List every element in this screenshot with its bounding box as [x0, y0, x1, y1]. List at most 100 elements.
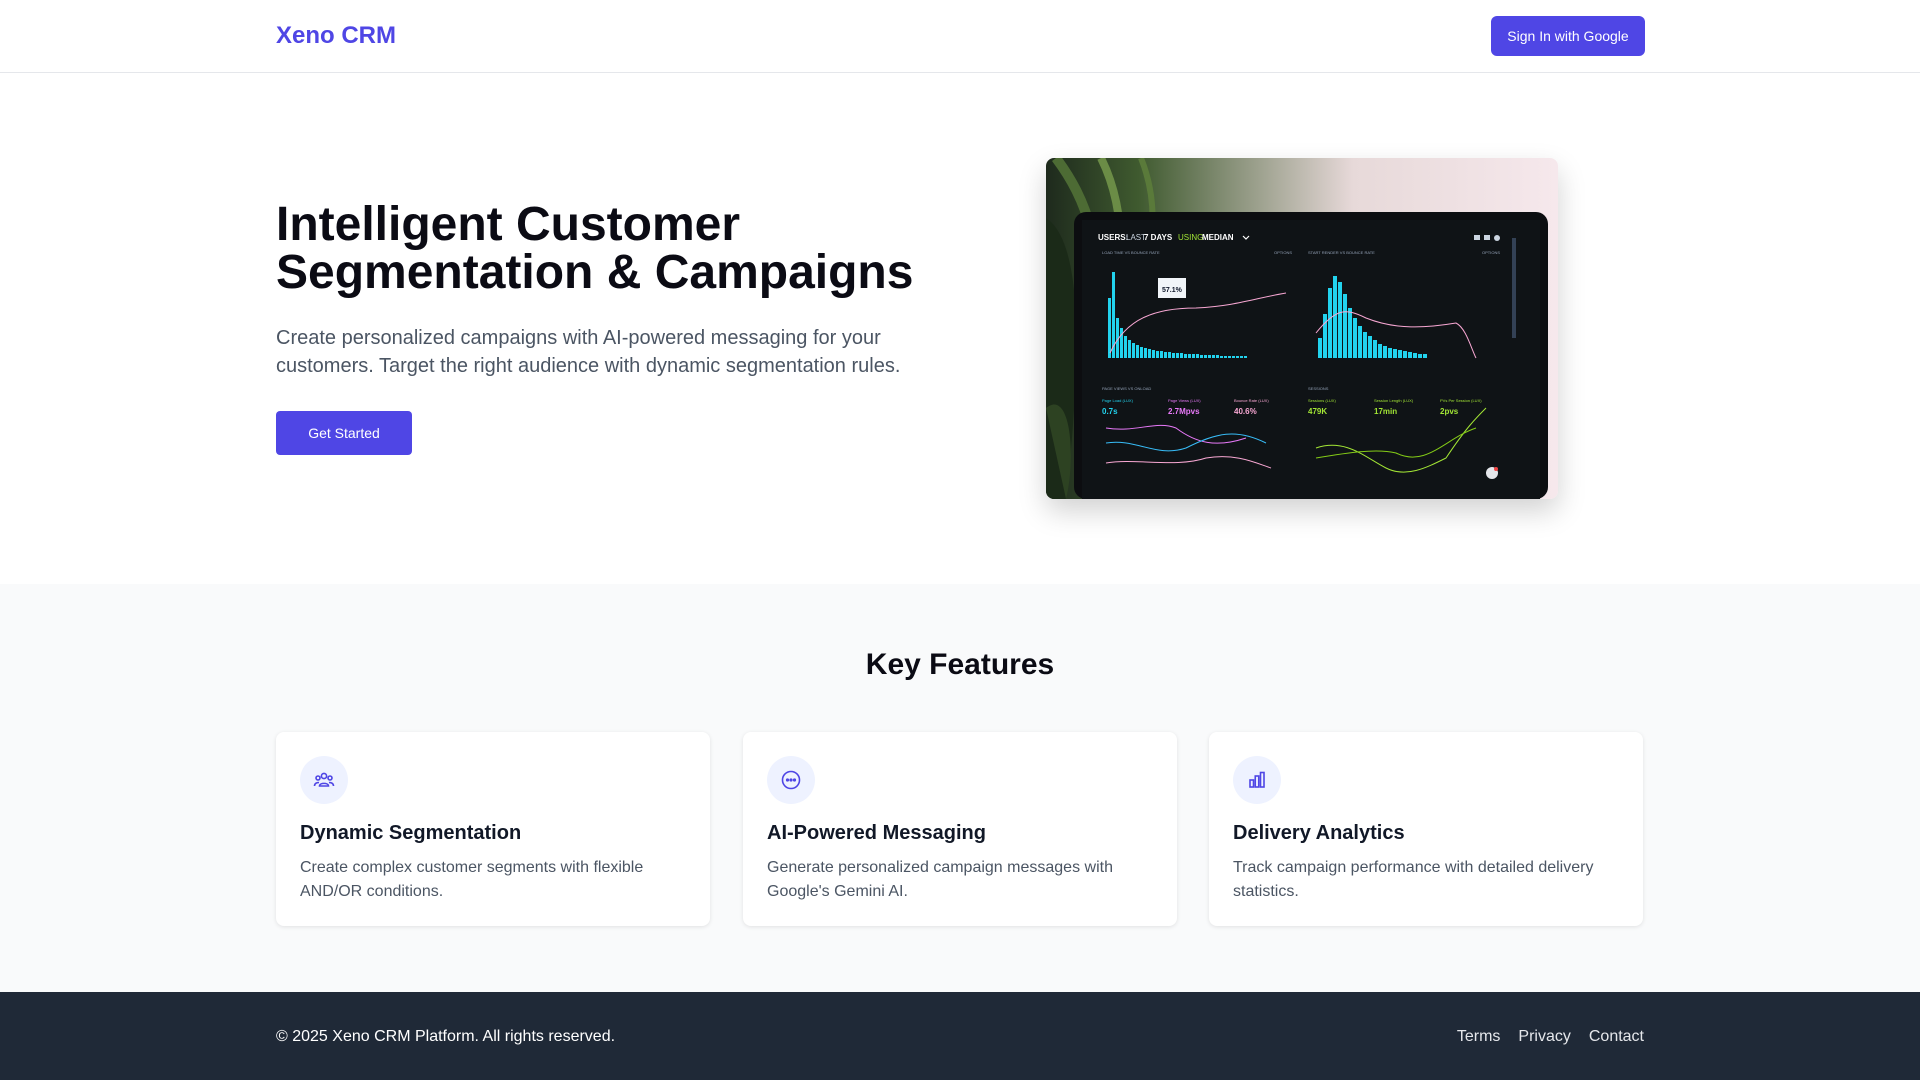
feature-card-segmentation: Dynamic Segmentation Create complex cust…	[276, 732, 710, 926]
get-started-button[interactable]: Get Started	[276, 411, 412, 455]
chat-bubble-icon	[767, 756, 815, 804]
histogram-bar	[1236, 356, 1239, 358]
histogram-bar	[1152, 350, 1155, 358]
footer: © 2025 Xeno CRM Platform. All rights res…	[0, 992, 1920, 1080]
panel-title: SESSIONS	[1308, 386, 1329, 391]
features-section: Key Features Dynamic Segmentation Create…	[0, 584, 1920, 992]
hero-dashboard-image: USERS: LAST 7 DAYS USING MEDIAN LOAD TIM…	[1046, 158, 1558, 499]
scrollbar	[1512, 238, 1516, 338]
footer-link-privacy[interactable]: Privacy	[1518, 1028, 1570, 1046]
laptop-dashboard-illustration: USERS: LAST 7 DAYS USING MEDIAN LOAD TIM…	[1046, 158, 1548, 499]
metric-label: Page Views (LUX)	[1168, 398, 1201, 403]
histogram-bar	[1196, 354, 1199, 358]
options-label: OPTIONS	[1482, 250, 1500, 255]
histogram-bar	[1164, 352, 1167, 358]
histogram-bar	[1368, 336, 1372, 358]
histogram-bar	[1120, 328, 1123, 358]
metric-value: 479K	[1308, 407, 1327, 416]
notification-dot	[1494, 467, 1498, 471]
tooltip-value: 57.1%	[1162, 287, 1183, 294]
histogram-bar	[1228, 356, 1231, 358]
bar-chart-icon	[1233, 756, 1281, 804]
feature-title: AI-Powered Messaging	[767, 822, 986, 844]
metric-value: 17min	[1374, 407, 1397, 416]
histogram-bar	[1398, 350, 1402, 358]
histogram-bar	[1413, 353, 1417, 358]
histogram-bar	[1168, 352, 1171, 358]
histogram-bar	[1192, 354, 1195, 358]
dashboard-header-days: 7 DAYS	[1144, 233, 1173, 242]
histogram-bar	[1333, 276, 1337, 358]
laptop-screen	[1082, 220, 1540, 499]
feature-description: Track campaign performance with detailed…	[1233, 859, 1594, 900]
histogram-bar	[1136, 345, 1139, 358]
footer-links: Terms Privacy Contact	[1457, 1028, 1644, 1046]
panel-title: LOAD TIME VS BOUNCE RATE	[1102, 250, 1160, 255]
histogram-bar	[1423, 354, 1427, 358]
options-label: OPTIONS	[1274, 250, 1292, 255]
histogram-bar	[1348, 308, 1352, 358]
footer-link-contact[interactable]: Contact	[1589, 1028, 1644, 1046]
feature-description: Create complex customer segments with fl…	[300, 859, 644, 900]
feature-description: Generate personalized campaign messages …	[767, 859, 1113, 900]
histogram-bar	[1176, 353, 1179, 358]
metric-value: 40.6%	[1234, 407, 1257, 416]
histogram-bar	[1323, 314, 1327, 358]
histogram-bar	[1108, 298, 1111, 358]
histogram-bar	[1378, 344, 1382, 358]
feature-title: Delivery Analytics	[1233, 822, 1405, 844]
histogram-bar	[1188, 354, 1191, 358]
histogram-bar	[1224, 356, 1227, 358]
histogram-bar	[1132, 343, 1135, 358]
hero-description: Create personalized campaigns with AI-po…	[276, 327, 901, 377]
histogram-bar	[1212, 355, 1215, 358]
feature-card-messaging: AI-Powered Messaging Generate personaliz…	[743, 732, 1177, 926]
histogram-bar	[1388, 348, 1392, 358]
histogram-bar	[1393, 349, 1397, 358]
histogram-bar	[1180, 353, 1183, 358]
metric-label: Session Length (LUX)	[1374, 398, 1414, 403]
dashboard-header-median: MEDIAN	[1202, 233, 1234, 242]
metric-value: 0.7s	[1102, 407, 1118, 416]
sign-in-google-button[interactable]: Sign In with Google	[1491, 16, 1645, 56]
histogram-bar	[1160, 351, 1163, 358]
histogram-bar	[1383, 346, 1387, 358]
panel-title: START RENDER VS BOUNCE RATE	[1308, 250, 1375, 255]
metric-label: Page Load (LUX)	[1102, 398, 1134, 403]
histogram-bar	[1144, 348, 1147, 358]
hero-section: Intelligent Customer Segmentation & Camp…	[0, 74, 1920, 584]
histogram-bar	[1220, 356, 1223, 358]
histogram-bar	[1156, 351, 1159, 358]
metric-value: 2pvs	[1440, 407, 1459, 416]
histogram-bar	[1343, 294, 1347, 358]
metric-label: Sessions (LUX)	[1308, 398, 1336, 403]
histogram-bar	[1200, 355, 1203, 358]
features-title: Key Features	[865, 648, 1055, 681]
dashboard-header-prefix: USERS:	[1098, 233, 1128, 242]
histogram-bar	[1353, 318, 1357, 358]
histogram-bar	[1373, 340, 1377, 358]
histogram-bar	[1328, 288, 1332, 358]
histogram-bar	[1358, 326, 1362, 358]
histogram-bar	[1140, 347, 1143, 358]
table-icon	[1484, 235, 1490, 240]
histogram-bar	[1418, 354, 1422, 358]
logo[interactable]: Xeno CRM	[276, 22, 396, 50]
metric-label: Bounce Rate (LUX)	[1234, 398, 1269, 403]
copyright-text: © 2025 Xeno CRM Platform. All rights res…	[276, 1028, 616, 1045]
histogram-bar	[1318, 338, 1322, 358]
histogram-bar	[1408, 352, 1412, 358]
histogram-bar	[1124, 336, 1127, 358]
histogram-bar	[1184, 354, 1187, 358]
histogram-bar	[1172, 353, 1175, 358]
feature-title: Dynamic Segmentation	[300, 822, 522, 844]
metric-label: PVs Per Session (LUX)	[1440, 398, 1482, 403]
feature-card-analytics: Delivery Analytics Track campaign perfor…	[1209, 732, 1643, 926]
histogram-bar	[1148, 349, 1151, 358]
dashboard-header-using: USING	[1178, 233, 1203, 242]
footer-link-terms[interactable]: Terms	[1457, 1028, 1501, 1046]
histogram-bar	[1208, 355, 1211, 358]
metric-value: 2.7Mpvs	[1168, 407, 1200, 416]
settings-icon	[1494, 235, 1500, 241]
histogram-bar	[1216, 355, 1219, 358]
